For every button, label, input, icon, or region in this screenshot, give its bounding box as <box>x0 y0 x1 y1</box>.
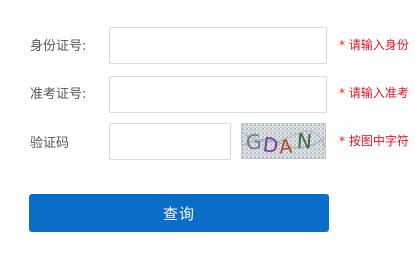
captcha-char: N <box>296 129 313 154</box>
id-number-label: 身份证号: <box>30 39 87 54</box>
exam-number-input[interactable] <box>109 76 327 113</box>
id-number-hint: * 请输入身份 <box>339 38 409 52</box>
exam-number-hint: * 请输入准考 <box>339 86 409 100</box>
captcha-input[interactable] <box>109 123 231 160</box>
captcha-hint: * 按图中字符 <box>339 134 409 148</box>
id-number-input[interactable] <box>109 27 327 64</box>
captcha-image[interactable]: G D A N <box>241 123 326 159</box>
captcha-char: G <box>245 129 263 154</box>
captcha-graphic: G D A N <box>242 124 325 158</box>
captcha-char: A <box>278 136 293 158</box>
query-button[interactable]: 查询 <box>29 194 329 232</box>
captcha-char: D <box>261 132 280 158</box>
captcha-label: 验证码 <box>30 136 70 151</box>
exam-number-label: 准考证号: <box>30 87 87 102</box>
